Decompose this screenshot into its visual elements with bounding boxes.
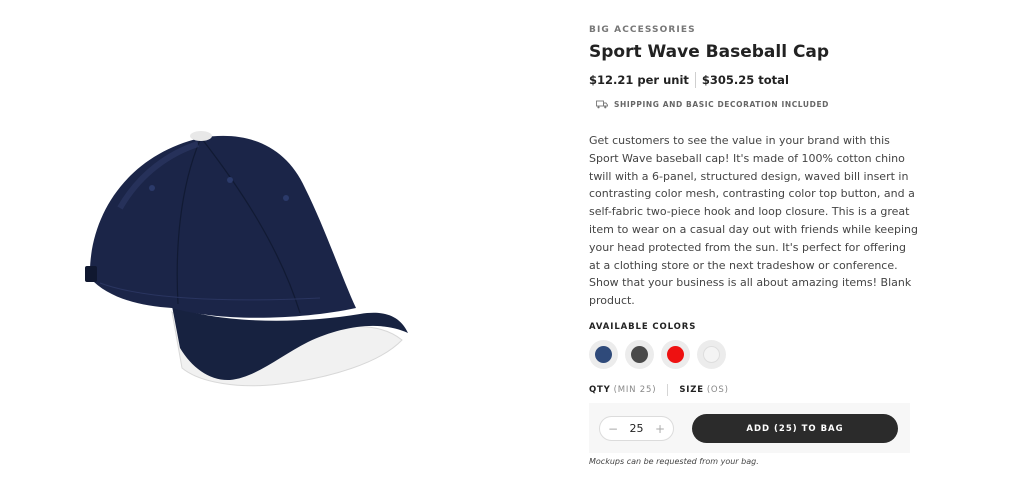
- price-row: $12.21 per unit $305.25 total: [589, 72, 789, 88]
- purchase-bar: − 25 + ADD (25) TO BAG: [589, 403, 910, 453]
- qty-size-divider: [667, 384, 669, 396]
- size-label: SIZE: [679, 385, 704, 395]
- shipping-text: SHIPPING AND BASIC DECORATION INCLUDED: [614, 100, 829, 109]
- unit-price: $12.21 per unit: [589, 73, 689, 87]
- shipping-note: SHIPPING AND BASIC DECORATION INCLUDED: [596, 100, 829, 109]
- price-divider: [694, 72, 696, 88]
- total-price: $305.25 total: [701, 73, 789, 87]
- color-swatch-charcoal[interactable]: [625, 340, 654, 369]
- color-swatch-white[interactable]: [697, 340, 726, 369]
- brand-name[interactable]: BIG ACCESSORIES: [589, 25, 696, 35]
- qty-hint: (MIN 25): [613, 385, 657, 395]
- product-description: Get customers to see the value in your b…: [589, 134, 918, 308]
- increment-button[interactable]: +: [655, 422, 665, 436]
- available-colors-label: AVAILABLE COLORS: [589, 322, 697, 332]
- qty-label: QTY: [589, 385, 611, 395]
- truck-icon: [596, 100, 608, 109]
- quantity-stepper: − 25 +: [599, 416, 674, 441]
- swatch-dot: [631, 346, 648, 363]
- swatch-dot: [703, 346, 720, 363]
- product-title: Sport Wave Baseball Cap: [589, 42, 830, 62]
- product-image: [80, 128, 420, 390]
- mockups-note: Mockups can be requested from your bag.: [589, 457, 759, 466]
- swatch-dot: [595, 346, 612, 363]
- size-hint: (OS): [706, 385, 729, 395]
- color-swatch-navy[interactable]: [589, 340, 618, 369]
- color-swatches: [589, 340, 733, 369]
- add-to-bag-button[interactable]: ADD (25) TO BAG: [692, 414, 898, 443]
- quantity-value[interactable]: 25: [630, 422, 644, 435]
- color-swatch-red[interactable]: [661, 340, 690, 369]
- decrement-button[interactable]: −: [608, 422, 618, 436]
- baseball-cap-image: [85, 131, 408, 387]
- qty-size-row: QTY (MIN 25) SIZE (OS): [589, 384, 729, 396]
- swatch-dot: [667, 346, 684, 363]
